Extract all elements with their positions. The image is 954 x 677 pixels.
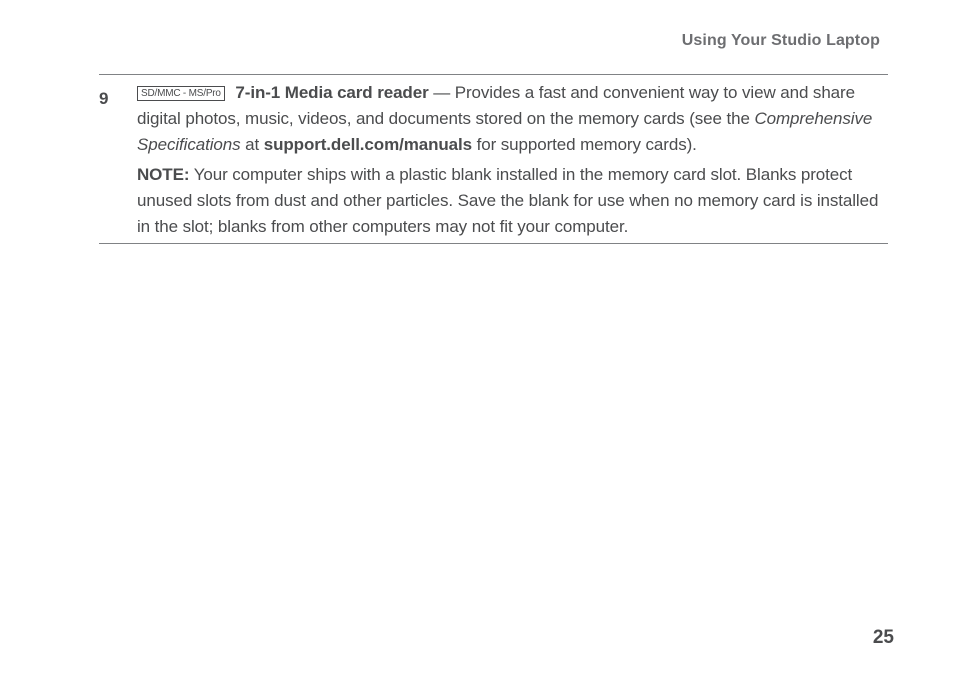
feature-text-b: at (241, 135, 264, 154)
media-card-slot-icon: SD/MMC - MS/Pro (137, 86, 225, 101)
item-body: SD/MMC - MS/Pro 7-in-1 Media card reader… (137, 80, 888, 240)
note-paragraph: NOTE: Your computer ships with a plastic… (137, 162, 888, 240)
divider-top (99, 74, 888, 75)
feature-separator: — (429, 83, 455, 102)
feature-name: 7-in-1 Media card reader (235, 83, 428, 102)
feature-url: support.dell.com/manuals (264, 135, 472, 154)
page-number: 25 (873, 627, 894, 649)
note-label: NOTE: (137, 165, 189, 184)
item-number: 9 (99, 89, 108, 109)
feature-text-c: for supported memory cards). (472, 135, 697, 154)
document-page: Using Your Studio Laptop 9 SD/MMC - MS/P… (0, 0, 954, 677)
section-header: Using Your Studio Laptop (682, 32, 880, 50)
content-block: 9 SD/MMC - MS/Pro 7-in-1 Media card read… (99, 80, 888, 240)
divider-bottom (99, 243, 888, 244)
note-text: Your computer ships with a plastic blank… (137, 165, 878, 236)
